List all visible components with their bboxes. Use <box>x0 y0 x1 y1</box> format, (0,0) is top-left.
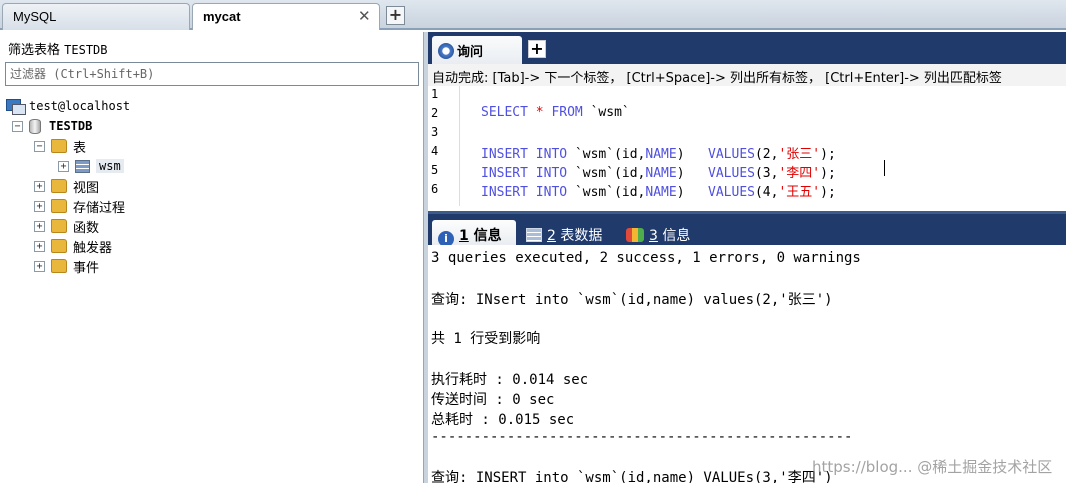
results-summary: 3 queries executed, 2 success, 1 errors,… <box>431 250 861 266</box>
multi-info-icon <box>626 228 644 242</box>
connection-tab-label: MySQL <box>13 9 57 24</box>
folder-icon <box>51 179 67 193</box>
line-number: 4 <box>431 144 439 158</box>
line-number-gutter: 1 2 3 4 5 6 <box>428 86 460 206</box>
folder-label: 表 <box>73 140 87 156</box>
tab-number: 3 <box>649 228 658 244</box>
line-number: 6 <box>431 182 439 196</box>
folder-icon <box>51 139 67 153</box>
tree-folder-functions[interactable]: + 函数 <box>34 216 99 236</box>
tab-query[interactable]: 询问 <box>432 36 522 64</box>
code-line-2: SELECT * FROM `wsm` <box>481 105 630 120</box>
connection-tab-label: mycat <box>203 9 241 24</box>
tab-info-3[interactable]: 3 信息 <box>620 220 696 248</box>
tab-label: 表数据 <box>560 228 603 244</box>
object-browser: 筛选表格 TESTDB test@localhost − TESTDB − 表 … <box>0 32 424 483</box>
tree-folder-procedures[interactable]: + 存储过程 <box>34 196 125 216</box>
folder-icon <box>51 199 67 213</box>
result-tab-bar: i1 信息 2 表数据 3 信息 <box>428 211 1066 248</box>
tree-folder-tables[interactable]: − 表 <box>34 136 86 156</box>
table-grid-icon <box>526 228 542 242</box>
code-line-5: INSERT INTO `wsm`(id,NAME) VALUES(3,'李四'… <box>481 166 836 181</box>
expand-icon[interactable]: + <box>34 260 45 272</box>
results-panel[interactable]: 3 queries executed, 2 success, 1 errors,… <box>428 245 1066 483</box>
results-transfer-time: 传送时间 : 0 sec <box>431 392 555 408</box>
watermark: https://blog... @稀土掘金技术社区 <box>812 458 1053 476</box>
tree-host[interactable]: test@localhost <box>6 96 130 116</box>
expand-icon[interactable]: + <box>34 240 45 252</box>
close-icon[interactable]: ✕ <box>358 7 371 25</box>
results-separator: ----------------------------------------… <box>431 429 853 445</box>
folder-label: 存储过程 <box>73 200 126 216</box>
collapse-icon[interactable]: − <box>34 140 45 152</box>
add-query-tab-button[interactable]: + <box>528 40 546 58</box>
expand-icon[interactable]: + <box>58 160 69 172</box>
tree-database[interactable]: − TESTDB <box>12 116 92 136</box>
table-icon <box>75 159 90 173</box>
results-query-line: 查询: INSERT into `wsm`(id,name) VALUEs(3,… <box>431 470 833 483</box>
filter-input[interactable] <box>5 62 419 86</box>
code-line-6: INSERT INTO `wsm`(id,NAME) VALUES(4,'王五'… <box>481 185 836 200</box>
line-number: 3 <box>431 125 439 139</box>
line-number: 1 <box>431 87 439 101</box>
folder-label: 事件 <box>73 260 100 276</box>
query-tab-label: 询问 <box>457 45 484 60</box>
folder-icon <box>51 239 67 253</box>
query-tab-bar: 询问 + <box>428 32 1066 64</box>
filter-label: 筛选表格 TESTDB <box>8 39 108 58</box>
autocomplete-hint: 自动完成: [Tab]-> 下一个标签， [Ctrl+Space]-> 列出所有… <box>428 64 1066 86</box>
host-label: test@localhost <box>29 99 131 113</box>
tab-number: 1 <box>459 228 469 244</box>
expand-icon[interactable]: + <box>34 200 45 212</box>
code-line-4: INSERT INTO `wsm`(id,NAME) VALUES(2,'张三'… <box>481 147 836 162</box>
tab-label: 信息 <box>662 228 691 244</box>
folder-label: 函数 <box>73 220 100 236</box>
folder-label: 触发器 <box>73 240 113 256</box>
query-icon <box>438 43 454 59</box>
folder-label: 视图 <box>73 180 100 196</box>
tab-info-1[interactable]: i1 信息 <box>432 220 516 248</box>
collapse-icon[interactable]: − <box>12 120 23 132</box>
database-label: TESTDB <box>49 119 93 133</box>
results-total-time: 总耗时 : 0.015 sec <box>431 412 575 428</box>
line-number: 2 <box>431 106 439 120</box>
server-icon <box>6 99 26 115</box>
tab-label: 信息 <box>473 228 502 244</box>
results-query-line: 查询: INsert into `wsm`(id,name) values(2,… <box>431 292 833 308</box>
add-tab-button[interactable]: + <box>386 6 405 25</box>
folder-icon <box>51 219 67 233</box>
folder-icon <box>51 259 67 273</box>
connection-tab-strip: MySQL mycat ✕ + <box>0 0 1066 30</box>
results-affected-rows: 共 1 行受到影响 <box>431 331 541 347</box>
connection-tab-mysql[interactable]: MySQL <box>2 3 190 30</box>
database-icon <box>29 118 41 134</box>
expand-icon[interactable]: + <box>34 220 45 232</box>
filter-label-text: 筛选表格 <box>8 43 61 58</box>
text-caret <box>884 160 885 176</box>
line-number: 5 <box>431 163 439 177</box>
tab-table-data[interactable]: 2 表数据 <box>520 220 608 248</box>
expand-icon[interactable]: + <box>34 180 45 192</box>
connection-tab-mycat[interactable]: mycat <box>192 3 380 30</box>
tree-folder-events[interactable]: + 事件 <box>34 256 99 276</box>
tree-table-wsm[interactable]: + wsm <box>58 156 124 176</box>
sql-editor[interactable]: 1 2 3 4 5 6 SELECT * FROM `wsm` INSERT I… <box>428 86 1066 206</box>
results-exec-time: 执行耗时 : 0.014 sec <box>431 372 589 388</box>
tab-number: 2 <box>547 228 556 244</box>
tree-folder-triggers[interactable]: + 触发器 <box>34 236 112 256</box>
filter-db-name: TESTDB <box>64 43 108 57</box>
tree-folder-views[interactable]: + 视图 <box>34 176 99 196</box>
table-label: wsm <box>96 159 124 173</box>
